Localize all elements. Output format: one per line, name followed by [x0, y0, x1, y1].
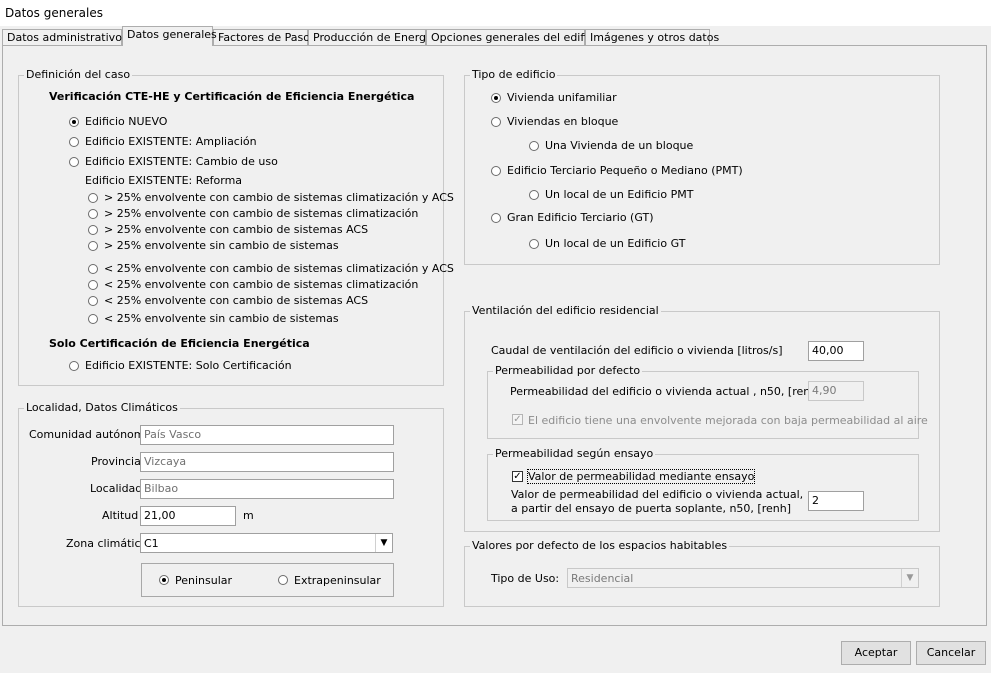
radio-reforma-7[interactable] — [88, 296, 98, 306]
tab-produccion-energia[interactable]: Producción de Energía — [308, 29, 436, 45]
label-reforma-6: < 25% envolvente con cambio de sistemas … — [104, 278, 419, 291]
zona-climatica-select[interactable]: C1 ▼ — [140, 533, 393, 553]
label-reforma-1: > 25% envolvente con cambio de sistemas … — [104, 191, 454, 204]
valor-ensayo-input[interactable]: 2 — [808, 491, 864, 511]
radio-reforma-5[interactable] — [88, 264, 98, 274]
label-extrapeninsular: Extrapeninsular — [294, 574, 381, 587]
caudal-input[interactable]: 40,00 — [808, 341, 864, 361]
cancelar-button[interactable]: Cancelar — [916, 641, 986, 665]
label-reforma-7: < 25% envolvente con cambio de sistemas … — [104, 294, 369, 307]
radio-gt[interactable] — [491, 213, 501, 223]
label-reforma-2: > 25% envolvente con cambio de sistemas … — [104, 207, 419, 220]
tab-datos-generales[interactable]: Datos generales — [122, 26, 217, 46]
label-altitud: Altitud — [102, 509, 139, 522]
label-pmt: Edificio Terciario Pequeño o Mediano (PM… — [507, 164, 743, 177]
altitud-unit: m — [243, 509, 254, 522]
radio-reforma-8[interactable] — [88, 314, 98, 324]
radio-una-vivienda[interactable] — [529, 141, 539, 151]
label-zona-climatica: Zona climática — [66, 537, 148, 550]
label-local-gt: Un local de un Edificio GT — [545, 237, 686, 250]
radio-bloque[interactable] — [491, 117, 501, 127]
localidad-legend: Localidad, Datos Climáticos — [24, 401, 180, 414]
label-reforma: Edificio EXISTENTE: Reforma — [85, 174, 243, 187]
checkbox-envolvente-mejorada: ✓ — [512, 414, 523, 425]
ventilacion-legend: Ventilación del edificio residencial — [470, 304, 661, 317]
zona-climatica-value: C1 — [144, 537, 159, 550]
label-bloque: Viviendas en bloque — [507, 115, 619, 128]
label-provincia: Provincia — [91, 455, 141, 468]
chevron-down-icon: ▼ — [901, 569, 918, 587]
perm-actual-input: 4,90 — [808, 381, 864, 401]
tab-factores-de-paso[interactable]: Factores de Paso — [213, 29, 310, 45]
radio-reforma-6[interactable] — [88, 280, 98, 290]
definicion-legend: Definición del caso — [24, 68, 133, 81]
label-valor-ensayo-1: Valor de permeabilidad del edificio o vi… — [511, 488, 804, 501]
title-bar: Datos generales — [0, 0, 991, 26]
radio-reforma-2[interactable] — [88, 209, 98, 219]
label-caudal: Caudal de ventilación del edificio o viv… — [491, 344, 783, 357]
radio-pmt[interactable] — [491, 166, 501, 176]
altitud-input[interactable]: 21,00 — [140, 506, 236, 526]
radio-cambio-uso[interactable] — [69, 157, 79, 167]
window-title: Datos generales — [5, 6, 103, 20]
label-perm-actual: Permeabilidad del edificio o vivienda ac… — [510, 385, 822, 398]
label-local-pmt: Un local de un Edificio PMT — [545, 188, 694, 201]
label-unifamiliar: Vivienda unifamiliar — [507, 91, 617, 104]
radio-ampliacion[interactable] — [69, 137, 79, 147]
radio-reforma-3[interactable] — [88, 225, 98, 235]
label-gt: Gran Edificio Terciario (GT) — [507, 211, 654, 224]
label-ampliacion: Edificio EXISTENTE: Ampliación — [85, 135, 257, 148]
radio-edificio-nuevo[interactable] — [69, 117, 79, 127]
provincia-field[interactable]: Vizcaya — [140, 452, 394, 472]
checkbox-valor-ensayo[interactable]: ✓ — [512, 471, 523, 482]
localidad-field[interactable]: Bilbao — [140, 479, 394, 499]
label-reforma-5: < 25% envolvente con cambio de sistemas … — [104, 262, 454, 275]
aceptar-button[interactable]: Aceptar — [841, 641, 911, 665]
radio-unifamiliar[interactable] — [491, 93, 501, 103]
permeabilidad-ensayo-legend: Permeabilidad según ensayo — [493, 447, 656, 460]
label-una-vivienda: Una Vivienda de un bloque — [545, 139, 694, 152]
tipo-uso-value: Residencial — [571, 572, 634, 585]
label-solo-certificacion: Edificio EXISTENTE: Solo Certificación — [85, 359, 292, 372]
radio-extrapeninsular[interactable] — [278, 575, 288, 585]
label-reforma-8: < 25% envolvente sin cambio de sistemas — [104, 312, 339, 325]
label-peninsular: Peninsular — [175, 574, 233, 587]
tab-datos-administrativos[interactable]: Datos administrativos — [2, 29, 128, 45]
tab-imagenes-otros[interactable]: Imágenes y otros datos — [585, 29, 719, 45]
tab-opciones-generales[interactable]: Opciones generales del edificio — [426, 29, 603, 45]
radio-local-pmt[interactable] — [529, 190, 539, 200]
tab-strip: Datos administrativos Datos generales Fa… — [0, 26, 991, 46]
label-valor-ensayo: Valor de permeabilidad mediante ensayo — [526, 469, 756, 484]
comunidad-field[interactable]: País Vasco — [140, 425, 394, 445]
label-comunidad: Comunidad autónoma — [29, 428, 152, 441]
label-reforma-3: > 25% envolvente con cambio de sistemas … — [104, 223, 369, 236]
label-tipo-uso: Tipo de Uso: — [491, 572, 560, 585]
tipo-uso-select: Residencial ▼ — [567, 568, 919, 588]
label-cambio-uso: Edificio EXISTENTE: Cambio de uso — [85, 155, 278, 168]
label-valor-ensayo-2: a partir del ensayo de puerta soplante, … — [511, 502, 791, 515]
label-envolvente-mejorada: El edificio tiene una envolvente mejorad… — [528, 414, 928, 427]
radio-reforma-1[interactable] — [88, 193, 98, 203]
radio-reforma-4[interactable] — [88, 241, 98, 251]
chevron-down-icon[interactable]: ▼ — [375, 534, 392, 552]
radio-local-gt[interactable] — [529, 239, 539, 249]
espacios-legend: Valores por defecto de los espacios habi… — [470, 539, 730, 552]
radio-solo-certificacion[interactable] — [69, 361, 79, 371]
label-edificio-nuevo: Edificio NUEVO — [85, 115, 168, 128]
permeabilidad-defecto-legend: Permeabilidad por defecto — [493, 364, 643, 377]
tipo-edificio-legend: Tipo de edificio — [470, 68, 558, 81]
heading-verificacion: Verificación CTE-HE y Certificación de E… — [49, 90, 415, 103]
heading-solo-certificacion: Solo Certificación de Eficiencia Energét… — [49, 337, 310, 350]
label-reforma-4: > 25% envolvente sin cambio de sistemas — [104, 239, 339, 252]
label-localidad: Localidad — [90, 482, 143, 495]
radio-peninsular[interactable] — [159, 575, 169, 585]
